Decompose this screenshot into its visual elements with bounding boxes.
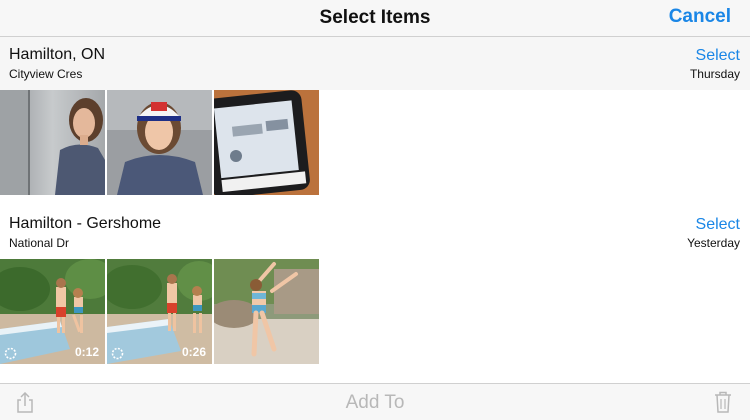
video-duration: 0:12 <box>74 345 99 359</box>
navigation-bar: Select Items Cancel <box>0 0 750 37</box>
photo-thumbnail[interactable] <box>0 90 105 195</box>
section-date: Thursday <box>689 67 740 81</box>
section-title: Hamilton - Gershome <box>9 215 162 232</box>
video-thumbnail[interactable]: 0:12 <box>0 259 105 364</box>
moment-section-2: Hamilton - Gershome National Dr Select Y… <box>0 206 750 364</box>
photo-thumbnail[interactable] <box>214 90 319 195</box>
section-select-button[interactable]: Select <box>696 47 740 65</box>
photo-grid <box>0 90 750 195</box>
page-title: Select Items <box>319 7 431 28</box>
section-subtitle: Cityview Cres <box>9 67 83 81</box>
cancel-button[interactable]: Cancel <box>669 6 731 28</box>
add-to-button[interactable]: Add To <box>0 392 750 414</box>
video-thumbnail[interactable]: 0:26 <box>107 259 212 364</box>
section-date: Yesterday <box>687 236 740 250</box>
section-header: Hamilton, ON Cityview Cres Select Thursd… <box>0 37 750 90</box>
photo-grid: 0:12 0:26 <box>0 259 750 364</box>
trash-icon[interactable] <box>714 391 732 413</box>
section-header: Hamilton - Gershome National Dr Select Y… <box>0 206 750 259</box>
loading-icon <box>111 347 124 360</box>
loading-icon <box>4 347 17 360</box>
photo-thumbnail[interactable] <box>214 259 319 364</box>
video-duration: 0:26 <box>181 345 206 359</box>
moment-section-1: Hamilton, ON Cityview Cres Select Thursd… <box>0 37 750 195</box>
section-subtitle: National Dr <box>9 236 70 250</box>
bottom-toolbar: Add To <box>0 383 750 420</box>
photo-thumbnail[interactable] <box>107 90 212 195</box>
section-select-button[interactable]: Select <box>696 216 740 234</box>
section-title: Hamilton, ON <box>9 46 106 63</box>
